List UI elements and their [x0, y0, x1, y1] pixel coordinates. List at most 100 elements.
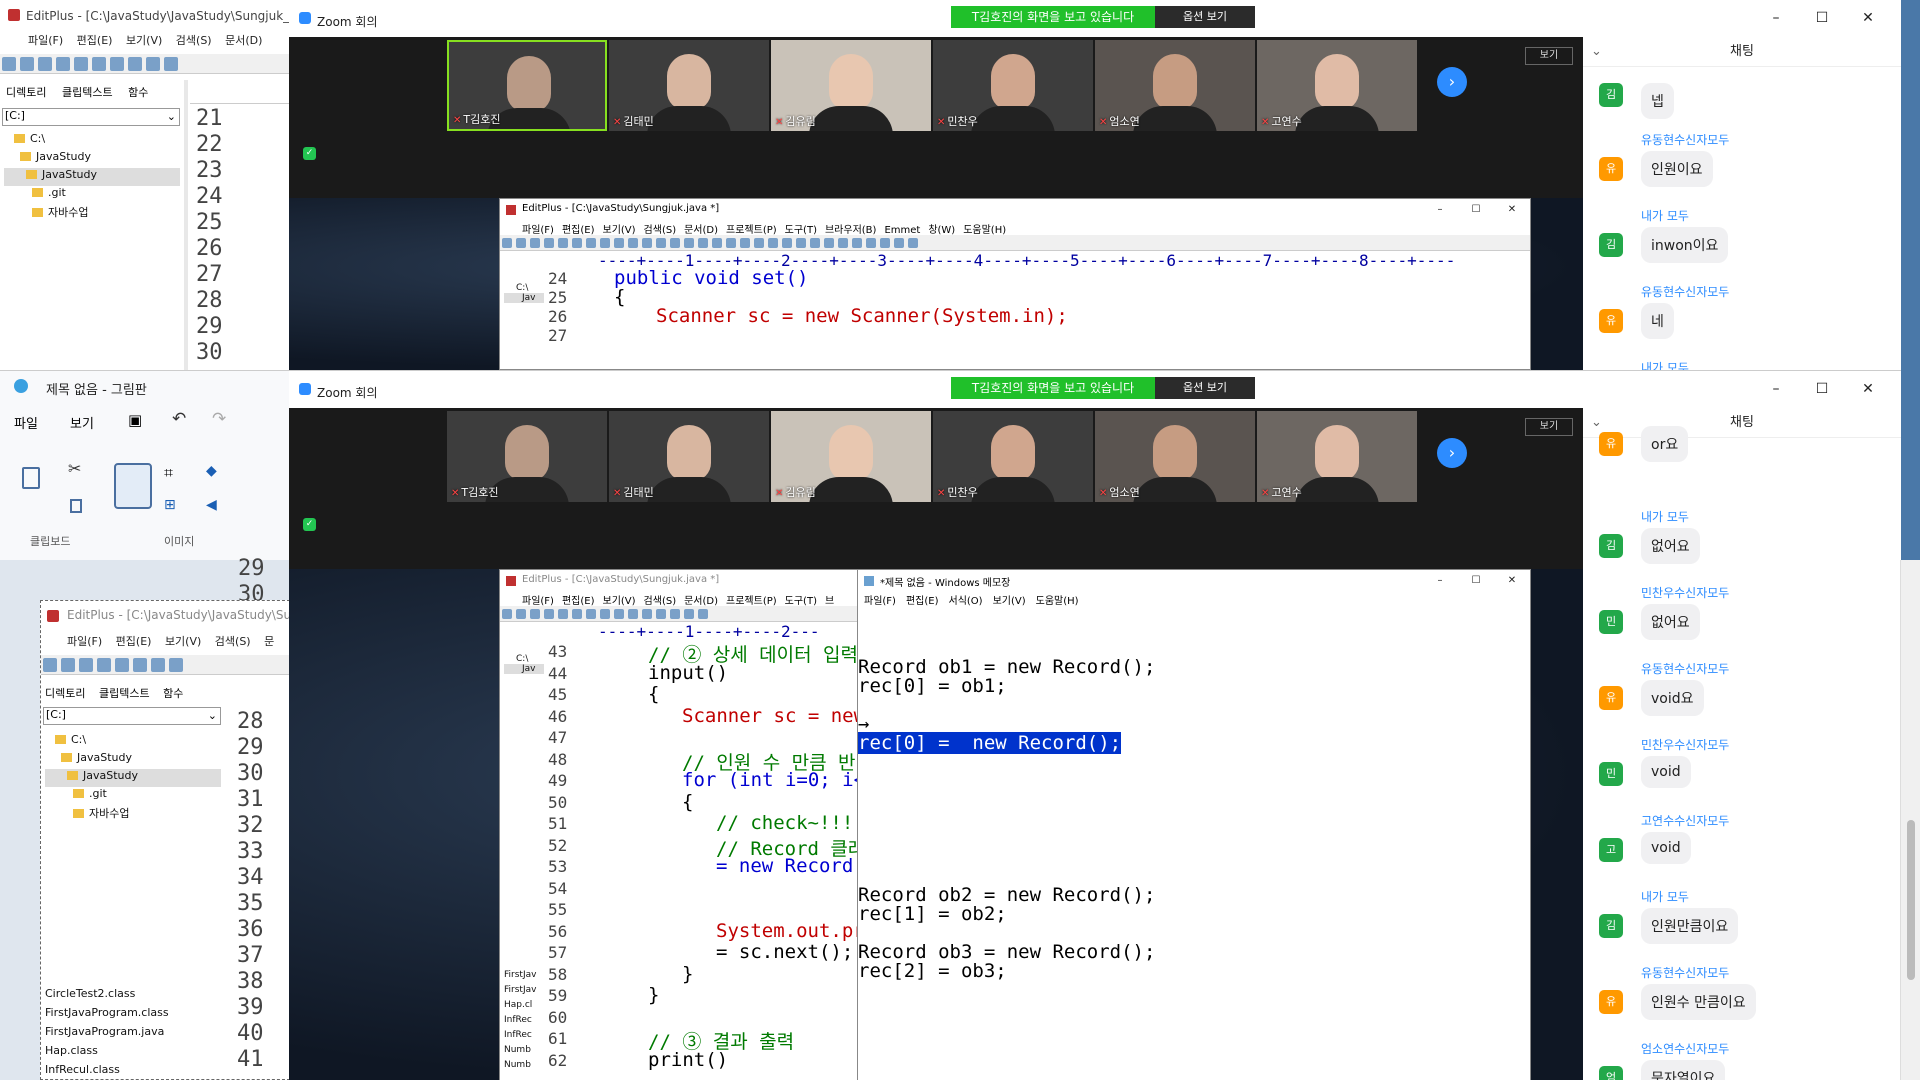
participant-tile[interactable]: ✕ 민찬우 — [933, 411, 1093, 502]
cut-icon[interactable] — [151, 658, 165, 672]
new-file-icon[interactable] — [43, 658, 57, 672]
rotate-icon[interactable]: ◆ — [206, 463, 217, 479]
file-item[interactable]: Hap.class — [45, 1044, 221, 1063]
open-file-icon[interactable] — [61, 658, 75, 672]
menu-search[interactable]: 검색(S) — [176, 34, 212, 47]
menu-view[interactable]: 보기(V) — [165, 635, 201, 648]
tree-item-root[interactable]: C:\ — [4, 132, 180, 150]
file-item[interactable]: InfRecul.class — [45, 1063, 221, 1079]
undo-icon[interactable]: ↶ — [172, 409, 186, 429]
menu-search[interactable]: 검색(S) — [215, 635, 251, 648]
redo-icon[interactable]: ↷ — [212, 409, 226, 429]
zoom-title: Zoom 회의 — [317, 386, 378, 400]
participant-tile[interactable]: ✕ T김호진 — [447, 411, 607, 502]
close-icon[interactable]: ✕ — [1845, 10, 1891, 26]
close-icon[interactable]: ✕ — [1845, 381, 1891, 397]
participant-video — [991, 54, 1035, 110]
menu-file[interactable]: 파일(F) — [67, 635, 102, 648]
save-icon[interactable]: ▣ — [128, 411, 142, 429]
save-all-icon[interactable] — [97, 658, 111, 672]
crop-icon[interactable]: ⌗ — [164, 463, 173, 483]
tab-functions[interactable]: 함수 — [163, 687, 183, 700]
participant-tile[interactable]: ✕ 김유림 — [771, 411, 931, 502]
save-icon[interactable] — [79, 658, 93, 672]
copy-icon[interactable] — [70, 499, 82, 513]
print-icon[interactable] — [115, 658, 129, 672]
maximize-icon[interactable]: ☐ — [1799, 381, 1845, 397]
participant-tile[interactable]: ✕ 김유림 — [771, 40, 931, 131]
participant-tile[interactable]: ✕ 민찬우 — [933, 40, 1093, 131]
maximize-icon[interactable]: ☐ — [1799, 10, 1845, 26]
tab-functions[interactable]: 함수 — [128, 86, 148, 99]
tree-item-git[interactable]: .git — [45, 787, 221, 805]
tree-item-java-class[interactable]: 자바수업 — [45, 805, 221, 823]
new-file-icon[interactable] — [2, 57, 16, 71]
save-icon[interactable] — [38, 57, 52, 71]
close-icon[interactable] — [164, 57, 178, 71]
print-icon[interactable] — [74, 57, 88, 71]
participant-tile[interactable]: ✕ 김태민 — [609, 40, 769, 131]
cut-icon[interactable] — [110, 57, 124, 71]
tree-item-root[interactable]: C:\ — [45, 733, 221, 751]
editplus-window-bottom[interactable]: EditPlus - [C:\JavaStudy\JavaStudy\Sun 파… — [40, 600, 290, 1080]
drive-select[interactable]: [C:] ⌄ — [2, 108, 180, 126]
view-button[interactable]: 보기 — [1525, 418, 1573, 436]
copy-icon[interactable] — [169, 658, 183, 672]
paste-icon[interactable] — [146, 57, 160, 71]
view-options-button[interactable]: 옵션 보기 — [1155, 6, 1255, 28]
drive-select[interactable]: [C:] ⌄ — [43, 707, 221, 725]
paste-icon[interactable] — [22, 467, 40, 489]
editor-divider[interactable] — [184, 80, 188, 370]
scrollbar-thumb[interactable] — [1907, 820, 1915, 980]
zoom-window-top[interactable]: Zoom 회의 T김호진의 화면을 보고 있습니다 옵션 보기 – ☐ ✕ ✕ T김호… — [289, 0, 1901, 370]
open-file-icon[interactable] — [20, 57, 34, 71]
save-all-icon[interactable] — [56, 57, 70, 71]
view-button[interactable]: 보기 — [1525, 47, 1573, 65]
menu-document[interactable]: 문 — [264, 635, 274, 648]
tab-directory[interactable]: 디렉토리 — [45, 687, 85, 700]
scrollbar[interactable] — [1900, 560, 1920, 1080]
select-icon[interactable] — [114, 463, 152, 509]
tab-cliptext[interactable]: 클립텍스트 — [62, 86, 113, 99]
tree-item-javastudy-sub[interactable]: JavaStudy — [4, 168, 180, 186]
editplus-window-top[interactable]: EditPlus - [C:\JavaStudy\JavaStudy\Sungj… — [0, 0, 290, 370]
file-item[interactable]: FirstJavaProgram.java — [45, 1025, 221, 1044]
minimize-icon[interactable]: – — [1753, 381, 1799, 397]
tab-cliptext[interactable]: 클립텍스트 — [99, 687, 150, 700]
participant-video — [1153, 54, 1197, 110]
participant-tile[interactable]: ✕ 엄소연 — [1095, 411, 1255, 502]
next-page-button[interactable]: › — [1437, 67, 1467, 97]
view-options-button[interactable]: 옵션 보기 — [1155, 377, 1255, 399]
zoom-window-bottom[interactable]: Zoom 회의 T김호진의 화면을 보고 있습니다 옵션 보기 – ☐ ✕ ✕ T김호… — [289, 370, 1901, 1080]
tree-item-java-class[interactable]: 자바수업 — [4, 204, 180, 222]
participant-tile[interactable]: ✕ 엄소연 — [1095, 40, 1255, 131]
paint-menu-view[interactable]: 보기 — [70, 413, 94, 432]
file-item[interactable]: CircleTest2.class — [45, 987, 221, 1006]
spell-icon[interactable] — [92, 57, 106, 71]
cut-icon[interactable]: ✂ — [68, 459, 81, 478]
flip-icon[interactable]: ◀ — [206, 497, 217, 513]
notepad-window-controls: – ☐ ✕ — [1437, 575, 1517, 586]
participant-tile[interactable]: ✕ 고연수 — [1257, 40, 1417, 131]
resize-icon[interactable]: ⊞ — [164, 497, 176, 513]
tree-item-javastudy[interactable]: JavaStudy — [4, 150, 180, 168]
next-page-button[interactable]: › — [1437, 438, 1467, 468]
tree-item-javastudy-sub[interactable]: JavaStudy — [45, 769, 221, 787]
minimize-icon[interactable]: – — [1753, 10, 1799, 26]
menu-view[interactable]: 보기(V) — [126, 34, 162, 47]
menu-edit[interactable]: 편집(E) — [77, 34, 113, 47]
menu-document[interactable]: 문서(D) — [225, 34, 262, 47]
paint-menu-file[interactable]: 파일 — [14, 413, 38, 432]
copy-icon[interactable] — [128, 57, 142, 71]
participant-tile[interactable]: ✕ T김호진 — [447, 40, 607, 131]
menu-edit[interactable]: 편집(E) — [116, 635, 152, 648]
paint-window[interactable]: 제목 없음 - 그림판 파일 보기 ▣ ↶ ↷ ✂ ⌗ ◆ ⊞ ◀ 클립보드 이… — [0, 370, 290, 560]
spell-icon[interactable] — [133, 658, 147, 672]
menu-file[interactable]: 파일(F) — [28, 34, 63, 47]
tree-item-git[interactable]: .git — [4, 186, 180, 204]
tab-directory[interactable]: 디렉토리 — [6, 86, 46, 99]
tree-item-javastudy[interactable]: JavaStudy — [45, 751, 221, 769]
file-item[interactable]: FirstJavaProgram.class — [45, 1006, 221, 1025]
participant-tile[interactable]: ✕ 김태민 — [609, 411, 769, 502]
participant-tile[interactable]: ✕ 고연수 — [1257, 411, 1417, 502]
